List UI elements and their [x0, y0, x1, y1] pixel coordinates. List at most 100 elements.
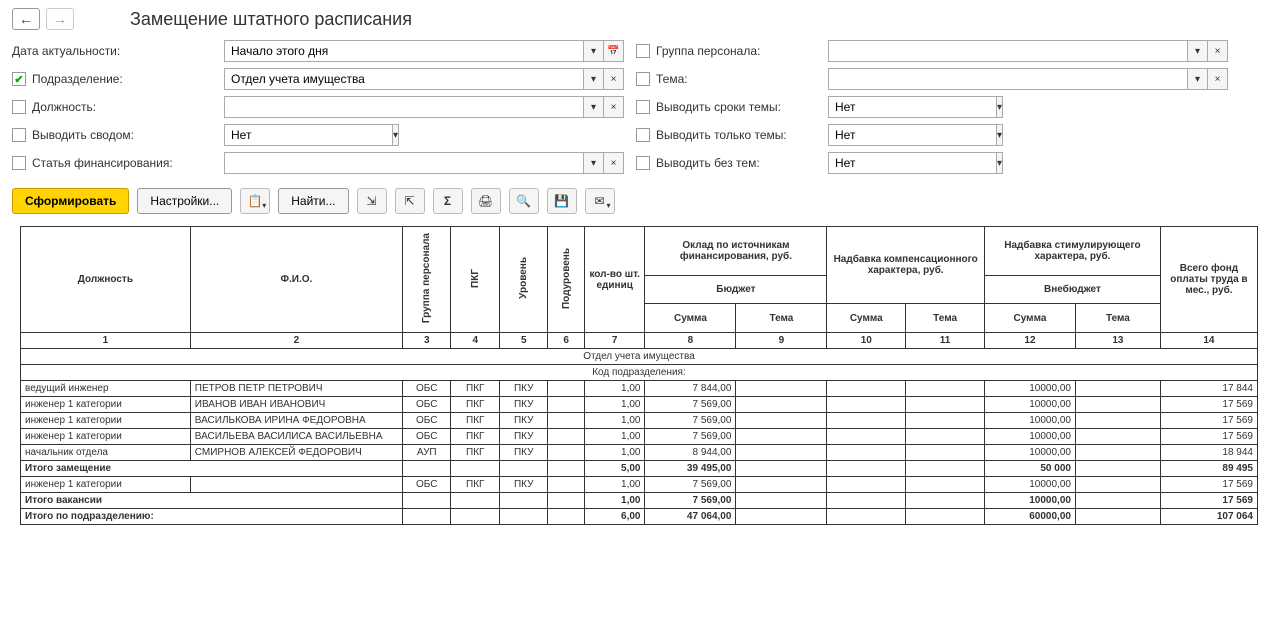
only-themes-dropdown[interactable]: ▾ — [997, 124, 1003, 146]
mail-icon[interactable]: ✉ — [585, 188, 615, 214]
table-cell — [548, 461, 584, 477]
table-cell — [1075, 413, 1160, 429]
table-cell: 39 495,00 — [645, 461, 736, 477]
theme-dates-input[interactable] — [828, 96, 997, 118]
collapse-icon[interactable]: ⇱ — [395, 188, 425, 214]
dept-checkbox[interactable] — [12, 72, 26, 86]
theme-clear[interactable]: × — [1208, 68, 1228, 90]
table-cell — [1075, 461, 1160, 477]
report-table: Должность Ф.И.О. Группа персонала ПКГ Ур… — [20, 226, 1258, 525]
table-cell: 1,00 — [584, 397, 645, 413]
position-label: Должность: — [32, 100, 96, 114]
generate-button[interactable]: Сформировать — [12, 188, 129, 214]
table-cell — [451, 509, 500, 525]
table-cell: ВАСИЛЬКОВА ИРИНА ФЕДОРОВНА — [190, 413, 402, 429]
dept-dropdown[interactable]: ▾ — [584, 68, 604, 90]
table-cell: ОБС — [402, 429, 451, 445]
position-dropdown[interactable]: ▾ — [584, 96, 604, 118]
table-cell — [906, 477, 985, 493]
theme-input[interactable] — [828, 68, 1188, 90]
find-button[interactable]: Найти... — [278, 188, 348, 214]
finance-input[interactable] — [224, 152, 584, 174]
finance-clear[interactable]: × — [604, 152, 624, 174]
th-stim: Надбавка стимулирующего характера, руб. — [985, 227, 1161, 276]
table-cell — [906, 397, 985, 413]
table-cell: 6,00 — [584, 509, 645, 525]
th-theme2: Тема — [906, 304, 985, 333]
table-cell: 1,00 — [584, 445, 645, 461]
position-input[interactable] — [224, 96, 584, 118]
table-cell: ОБС — [402, 397, 451, 413]
nav-forward[interactable]: → — [46, 8, 74, 30]
theme-dates-checkbox[interactable] — [636, 100, 650, 114]
nav-back[interactable]: ← — [12, 8, 40, 30]
th-colnum: 12 — [985, 333, 1076, 349]
group-input[interactable] — [828, 40, 1188, 62]
summary-checkbox[interactable] — [12, 128, 26, 142]
th-colnum: 8 — [645, 333, 736, 349]
dept-clear[interactable]: × — [604, 68, 624, 90]
save-icon[interactable]: 💾 — [547, 188, 577, 214]
group-dropdown[interactable]: ▾ — [1188, 40, 1208, 62]
table-cell — [1075, 397, 1160, 413]
table-cell: 10000,00 — [985, 477, 1076, 493]
group-clear[interactable]: × — [1208, 40, 1228, 62]
table-cell: 10000,00 — [985, 493, 1076, 509]
expand-icon[interactable]: ⇲ — [357, 188, 387, 214]
finance-dropdown[interactable]: ▾ — [584, 152, 604, 174]
table-cell — [1075, 509, 1160, 525]
table-cell: ПКГ — [451, 397, 500, 413]
date-dropdown[interactable]: ▾ — [584, 40, 604, 62]
table-cell — [736, 429, 827, 445]
th-colnum: 2 — [190, 333, 402, 349]
table-cell — [827, 381, 906, 397]
calendar-icon[interactable]: 📅 — [604, 40, 624, 62]
only-themes-checkbox[interactable] — [636, 128, 650, 142]
table-cell — [736, 397, 827, 413]
theme-dates-dropdown[interactable]: ▾ — [997, 96, 1003, 118]
copy-icon[interactable]: 📋 — [240, 188, 270, 214]
table-cell: 10000,00 — [985, 429, 1076, 445]
summary-input[interactable] — [224, 124, 393, 146]
table-cell — [548, 509, 584, 525]
position-clear[interactable]: × — [604, 96, 624, 118]
only-themes-input[interactable] — [828, 124, 997, 146]
theme-checkbox[interactable] — [636, 72, 650, 86]
table-cell: Итого замещение — [21, 461, 403, 477]
table-cell — [906, 413, 985, 429]
th-colnum: 5 — [499, 333, 548, 349]
table-cell — [736, 509, 827, 525]
table-cell: 10000,00 — [985, 445, 1076, 461]
table-cell — [548, 413, 584, 429]
without-themes-checkbox[interactable] — [636, 156, 650, 170]
table-cell — [548, 397, 584, 413]
th-colnum: 3 — [402, 333, 451, 349]
th-colnum: 10 — [827, 333, 906, 349]
without-themes-input[interactable] — [828, 152, 997, 174]
sum-icon[interactable]: Σ — [433, 188, 463, 214]
table-cell: 8 944,00 — [645, 445, 736, 461]
print-icon[interactable]: 🖨 — [471, 188, 501, 214]
table-cell — [827, 461, 906, 477]
dept-label: Подразделение: — [32, 72, 123, 86]
table-cell — [906, 493, 985, 509]
th-colnum: 13 — [1075, 333, 1160, 349]
summary-dropdown[interactable]: ▾ — [393, 124, 399, 146]
without-themes-dropdown[interactable]: ▾ — [997, 152, 1003, 174]
table-cell — [548, 429, 584, 445]
th-sublevel: Подуровень — [548, 227, 584, 333]
finance-checkbox[interactable] — [12, 156, 26, 170]
position-checkbox[interactable] — [12, 100, 26, 114]
date-input[interactable] — [224, 40, 584, 62]
dept-input[interactable] — [224, 68, 584, 90]
th-colnum: 9 — [736, 333, 827, 349]
th-theme1: Тема — [736, 304, 827, 333]
table-cell: ПКУ — [499, 477, 548, 493]
theme-dropdown[interactable]: ▾ — [1188, 68, 1208, 90]
table-cell: ОБС — [402, 413, 451, 429]
th-colnum: 4 — [451, 333, 500, 349]
table-cell: ПКУ — [499, 397, 548, 413]
preview-icon[interactable]: 🔍 — [509, 188, 539, 214]
group-checkbox[interactable] — [636, 44, 650, 58]
settings-button[interactable]: Настройки... — [137, 188, 232, 214]
